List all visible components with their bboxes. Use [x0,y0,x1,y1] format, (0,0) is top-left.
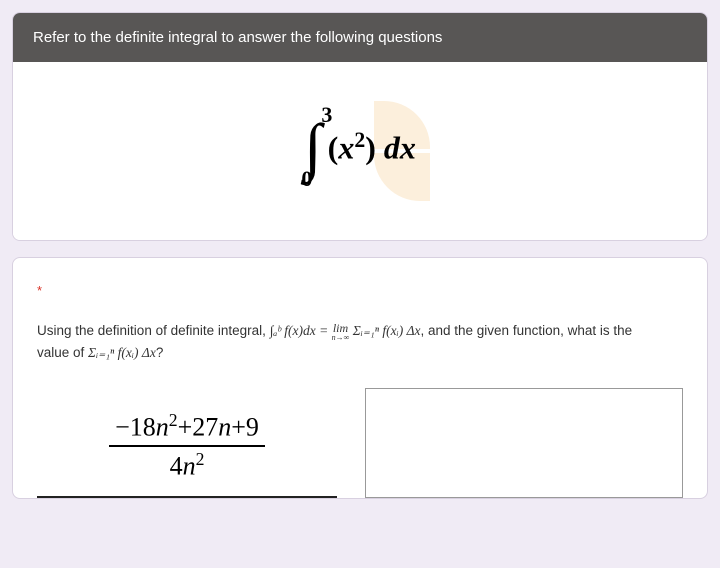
question-prompt: Using the definition of definite integra… [37,320,683,364]
integral-display-area: 3 ∫ 0 (x2) dx [13,62,707,240]
answer-row: −18n2+27n+9 4n2 [37,388,683,498]
sum-expression-math: Σᵢ₌₁ⁿ f(xᵢ) Δx [88,345,156,360]
answer-option-fraction[interactable]: −18n2+27n+9 4n2 [37,388,337,498]
required-asterisk: * [37,283,42,298]
integral-definition-math: ∫ₐᵇ f(x)dx = limn→∞ Σᵢ₌₁ⁿ f(xᵢ) Δx [270,323,421,338]
instruction-card: Refer to the definite integral to answer… [12,12,708,241]
answer-input-box[interactable] [365,388,683,498]
integral-lower-limit: 0 [301,168,312,190]
integral-symbol-group: 3 ∫ 0 [304,98,322,196]
question-card: * Using the definition of definite integ… [12,257,708,499]
integral-body: (x2) dx [328,128,416,167]
instruction-text: Refer to the definite integral to answer… [33,29,442,46]
integral-upper-limit: 3 [321,104,332,126]
integral-expression: 3 ∫ 0 (x2) dx [304,98,416,196]
fraction-denominator: 4n2 [109,447,265,482]
fraction-numerator: −18n2+27n+9 [109,410,265,447]
fraction: −18n2+27n+9 4n2 [109,410,265,481]
instruction-header: Refer to the definite integral to answer… [13,13,707,62]
